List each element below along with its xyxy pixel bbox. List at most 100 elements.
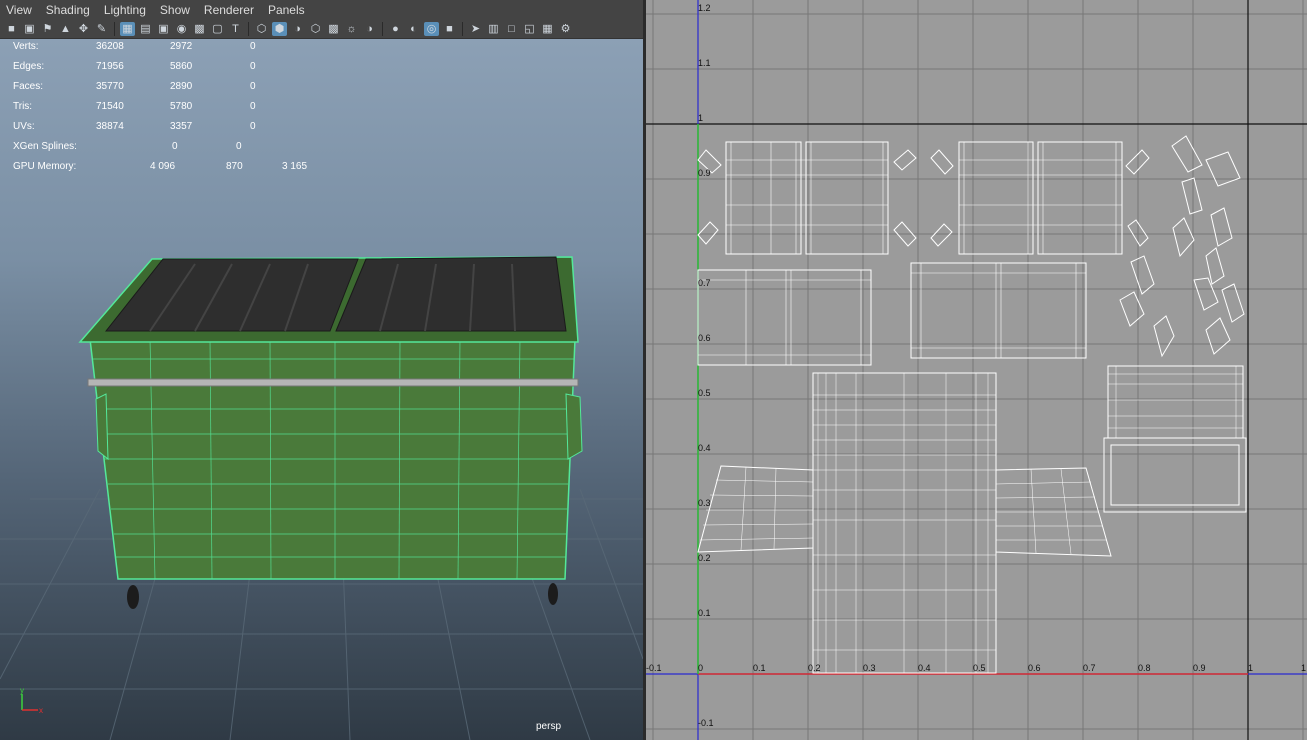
hud-value: 0	[250, 41, 256, 52]
hud-row-faces: Faces: 35770 2890 0	[0, 79, 340, 99]
camera-name-label: persp	[536, 721, 562, 732]
resolution-gate-icon[interactable]: ▣	[156, 22, 171, 36]
camera-attrs-icon[interactable]: ▣	[22, 22, 37, 36]
camera-select-icon[interactable]: ■	[4, 22, 19, 36]
hud-value: 5860	[170, 61, 193, 72]
uv-v-tick: 0.3	[698, 498, 711, 508]
xray-joints-icon[interactable]: ▥	[486, 22, 501, 36]
dumpster-model	[78, 256, 583, 609]
hud-value: 5780	[170, 101, 193, 112]
bookmark-icon[interactable]: ⚑	[40, 22, 55, 36]
hud-value: 2972	[170, 41, 193, 52]
hud-label: Tris:	[13, 101, 33, 112]
hud-value: 0	[250, 81, 256, 92]
uv-v-tick: 1.2	[698, 3, 711, 13]
uv-v-tick: 0.9	[698, 168, 711, 178]
uv-u-tick: 1	[1248, 663, 1254, 673]
two-d-pan-icon[interactable]: ✥	[76, 22, 91, 36]
heads-up-display: Verts: 36208 2972 0 Edges: 71956 5860 0 …	[0, 39, 340, 179]
film-gate-icon[interactable]: ▤	[138, 22, 153, 36]
uv-v-tick: 0.2	[698, 553, 711, 563]
hud-value: 0	[250, 61, 256, 72]
hud-value: 36208	[96, 41, 124, 52]
field-chart-icon[interactable]: ▩	[192, 22, 207, 36]
hud-label: XGen Splines:	[13, 141, 77, 152]
wireframe-icon[interactable]: ⬡	[254, 22, 269, 36]
grease-pencil-icon[interactable]: ✎	[94, 22, 109, 36]
uv-v-tick: 0.6	[698, 333, 711, 343]
uv-v-tick: 1.1	[698, 58, 711, 68]
hud-value: 0	[250, 121, 256, 132]
hud-row-edges: Edges: 71956 5860 0	[0, 59, 340, 79]
hud-value: 4 096	[150, 161, 176, 172]
hud-label: Verts:	[13, 41, 39, 52]
hud-value: 0	[172, 141, 178, 152]
menu-lighting[interactable]: Lighting	[98, 3, 154, 17]
menu-panels[interactable]: Panels	[262, 3, 313, 17]
shadows-icon[interactable]: ◑	[362, 22, 377, 36]
uv-v-tick: 0.7	[698, 278, 711, 288]
toolbar-separator	[462, 21, 463, 36]
uv-v-tick: 0.5	[698, 388, 711, 398]
uv-u-tick: -0.1	[646, 663, 662, 673]
hud-label: UVs:	[13, 121, 35, 132]
uv-u-tick: 0.6	[1028, 663, 1041, 673]
viewport-menubar: View Shading Lighting Show Renderer Pane…	[0, 0, 643, 19]
uv-grid	[646, 0, 1307, 740]
hud-value: 3 165	[282, 161, 308, 172]
hud-value: 38874	[96, 121, 124, 132]
menu-renderer[interactable]: Renderer	[198, 3, 262, 17]
hud-value: 0	[250, 101, 256, 112]
toolbar-separator	[248, 21, 249, 36]
uv-u-tick: 0.1	[753, 663, 766, 673]
backface-culling-icon[interactable]: ◱	[522, 22, 537, 36]
viewport-toolbar: ■ ▣ ⚑ ▲ ✥ ✎ ▦ ▤ ▣ ◉ ▩ ▢ T ⬡ ⬢ ◑ ⬡ ▩ ☼ ◑ …	[0, 19, 643, 39]
isolate-select-icon[interactable]: ➤	[468, 22, 483, 36]
gate-mask-icon[interactable]: ◉	[174, 22, 189, 36]
hud-label: Faces:	[13, 81, 44, 92]
wireframe-on-shaded-icon[interactable]: ⬡	[308, 22, 323, 36]
menu-view[interactable]: View	[0, 3, 40, 17]
uv-v-tick: 0.1	[698, 608, 711, 618]
uv-u-tick: 0	[698, 663, 704, 673]
hud-row-verts: Verts: 36208 2972 0	[0, 39, 340, 59]
grid-icon[interactable]: ▦	[120, 21, 135, 36]
hud-label: Edges:	[13, 61, 45, 72]
use-default-material-icon[interactable]: ◑	[290, 22, 305, 36]
hud-value: 35770	[96, 81, 124, 92]
anti-aliasing-icon[interactable]: ◎	[424, 21, 439, 36]
safe-action-icon[interactable]: ▢	[210, 22, 225, 36]
hud-value: 870	[226, 161, 243, 172]
hud-label: GPU Memory:	[13, 161, 77, 172]
perspective-viewport[interactable]: View Shading Lighting Show Renderer Pane…	[0, 0, 643, 740]
image-plane-icon[interactable]: ▲	[58, 22, 73, 36]
uv-u-tick: 0.3	[863, 663, 876, 673]
hud-value: 71540	[96, 101, 124, 112]
hud-row-uvs: UVs: 38874 3357 0	[0, 119, 340, 139]
safe-title-icon[interactable]: T	[228, 22, 243, 36]
uv-u-tick: 0.8	[1138, 663, 1151, 673]
toolbar-separator	[382, 21, 383, 36]
xray-icon[interactable]: ▩	[326, 22, 341, 36]
uv-editor[interactable]: 1.2 1.1 1 0.9 0.7 0.6 0.5 0.4 0.3 0.2 0.…	[646, 0, 1307, 740]
motion-blur-icon[interactable]: ◐	[406, 22, 421, 36]
xray-active-icon[interactable]: □	[504, 22, 519, 36]
toolbar-separator	[114, 21, 115, 36]
smooth-shade-icon[interactable]: ⬢	[272, 21, 287, 36]
depth-of-field-icon[interactable]: ■	[442, 22, 457, 36]
hud-row-xgen: XGen Splines: 0 0	[0, 139, 340, 159]
render-override-icon[interactable]: ⚙	[558, 22, 573, 36]
uv-v-tick: 1	[698, 113, 704, 123]
menu-show[interactable]: Show	[154, 3, 198, 17]
use-all-lights-icon[interactable]: ☼	[344, 22, 359, 36]
screen-space-ao-icon[interactable]: ●	[388, 22, 403, 36]
uv-v-tick: -0.1	[698, 718, 714, 728]
axis-x-label: x	[39, 706, 43, 715]
hud-icon[interactable]: ▦	[540, 22, 555, 36]
axis-gizmo: y x	[20, 686, 43, 715]
menu-shading[interactable]: Shading	[40, 3, 98, 17]
hud-value: 2890	[170, 81, 193, 92]
hud-row-tris: Tris: 71540 5780 0	[0, 99, 340, 119]
hud-value: 0	[236, 141, 242, 152]
uv-u-tick: 0.5	[973, 663, 986, 673]
